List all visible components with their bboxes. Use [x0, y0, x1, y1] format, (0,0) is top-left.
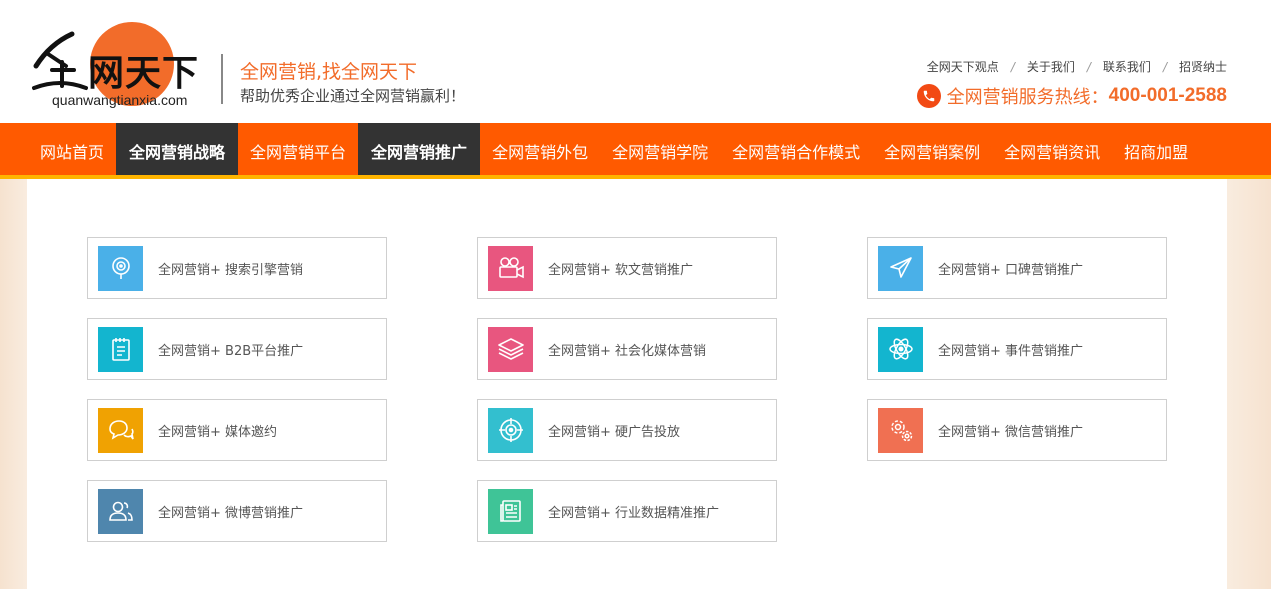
slogan: 全网营销,找全网天下 — [240, 61, 418, 83]
service-card-label: 全网营销+ B2B平台推广 — [158, 343, 304, 359]
page-background-left — [0, 179, 27, 589]
nav-item-outsourcing[interactable]: 全网营销外包 — [480, 123, 600, 178]
chat-bubbles-icon — [98, 407, 143, 453]
nav-item-academy[interactable]: 全网营销学院 — [600, 123, 720, 178]
nav-item-promotion[interactable]: 全网营销推广 — [358, 123, 481, 178]
service-card-industry-data[interactable]: 全网营销+ 行业数据精准推广 — [477, 480, 777, 542]
atom-icon — [878, 326, 923, 372]
phone-icon — [916, 84, 941, 108]
gears-icon — [878, 407, 923, 453]
users-icon — [98, 488, 143, 534]
top-link-contact[interactable]: 联系我们 — [1103, 58, 1151, 75]
nav-items: 网站首页 全网营销战略 全网营销平台 全网营销推广 全网营销外包 全网营销学院 … — [28, 123, 1200, 178]
nav-item-cooperation[interactable]: 全网营销合作模式 — [720, 123, 872, 178]
top-link-careers[interactable]: 招贤纳士 — [1179, 58, 1227, 75]
subslogan: 帮助优秀企业通过全网营销赢利！ — [240, 87, 466, 105]
service-card-label: 全网营销+ 行业数据精准推广 — [548, 505, 720, 521]
service-card-hard-ads[interactable]: 全网营销+ 硬广告投放 — [477, 399, 777, 461]
top-links: 全网天下观点 / 关于我们 / 联系我们 / 招贤纳士 — [927, 58, 1227, 75]
logo-divider — [221, 54, 223, 104]
service-card-label: 全网营销+ 媒体邀约 — [158, 424, 278, 440]
service-card-soft-article[interactable]: 全网营销+ 软文营销推广 — [477, 237, 777, 299]
logo-wordmark: 网天下 — [88, 52, 200, 94]
service-card-weibo[interactable]: 全网营销+ 微博营销推广 — [87, 480, 387, 542]
service-card-search[interactable]: 全网营销+ 搜索引擎营销 — [87, 237, 387, 299]
service-card-label: 全网营销+ 搜索引擎营销 — [158, 262, 304, 278]
service-card-media-invite[interactable]: 全网营销+ 媒体邀约 — [87, 399, 387, 461]
service-card-label: 全网营销+ 口碑营销推广 — [938, 262, 1084, 278]
service-card-label: 全网营销+ 软文营销推广 — [548, 262, 694, 278]
video-camera-icon — [488, 245, 533, 291]
hotline: 全网营销服务热线： 400-001-2588 — [916, 83, 1227, 109]
service-card-word-of-mouth[interactable]: 全网营销+ 口碑营销推广 — [867, 237, 1167, 299]
service-card-label: 全网营销+ 微信营销推广 — [938, 424, 1084, 440]
link-separator: / — [1010, 59, 1015, 74]
link-separator: / — [1162, 59, 1167, 74]
hotline-label: 全网营销服务热线： — [946, 87, 1109, 108]
service-grid: 全网营销+ 搜索引擎营销 全网营销+ 软文营销推广 全网营销+ 口碑营销推广 全… — [27, 179, 1227, 589]
hotline-number[interactable]: 400-001-2588 — [1109, 85, 1227, 107]
newspaper-icon — [488, 488, 533, 534]
link-separator: / — [1086, 59, 1091, 74]
search-engine-icon — [98, 245, 143, 291]
nav-item-cases[interactable]: 全网营销案例 — [872, 123, 992, 178]
service-card-event[interactable]: 全网营销+ 事件营销推广 — [867, 318, 1167, 380]
nav-item-franchise[interactable]: 招商加盟 — [1112, 123, 1200, 178]
main-nav: 网站首页 全网营销战略 全网营销平台 全网营销推广 全网营销外包 全网营销学院 … — [0, 123, 1271, 178]
service-card-social-media[interactable]: 全网营销+ 社会化媒体营销 — [477, 318, 777, 380]
layers-icon — [488, 326, 533, 372]
target-icon — [488, 407, 533, 453]
service-card-label: 全网营销+ 事件营销推广 — [938, 343, 1084, 359]
service-card-b2b[interactable]: 全网营销+ B2B平台推广 — [87, 318, 387, 380]
page-background-right — [1227, 179, 1271, 589]
service-card-label: 全网营销+ 微博营销推广 — [158, 505, 304, 521]
top-link-viewpoint[interactable]: 全网天下观点 — [927, 58, 999, 75]
paper-plane-icon — [878, 245, 923, 291]
nav-item-home[interactable]: 网站首页 — [28, 123, 116, 178]
service-card-wechat[interactable]: 全网营销+ 微信营销推广 — [867, 399, 1167, 461]
nav-item-news[interactable]: 全网营销资讯 — [992, 123, 1112, 178]
notepad-icon — [98, 326, 143, 372]
service-card-label: 全网营销+ 硬广告投放 — [548, 424, 681, 440]
site-header: 网天下 quanwangtianxia.com 全网营销,找全网天下 帮助优秀企… — [0, 0, 1271, 123]
service-card-label: 全网营销+ 社会化媒体营销 — [548, 343, 707, 359]
nav-item-strategy[interactable]: 全网营销战略 — [116, 123, 239, 178]
site-logo[interactable]: 网天下 quanwangtianxia.com — [30, 18, 220, 110]
top-link-about[interactable]: 关于我们 — [1027, 58, 1075, 75]
logo-domain: quanwangtianxia.com — [52, 92, 188, 108]
nav-item-platform[interactable]: 全网营销平台 — [238, 123, 358, 178]
